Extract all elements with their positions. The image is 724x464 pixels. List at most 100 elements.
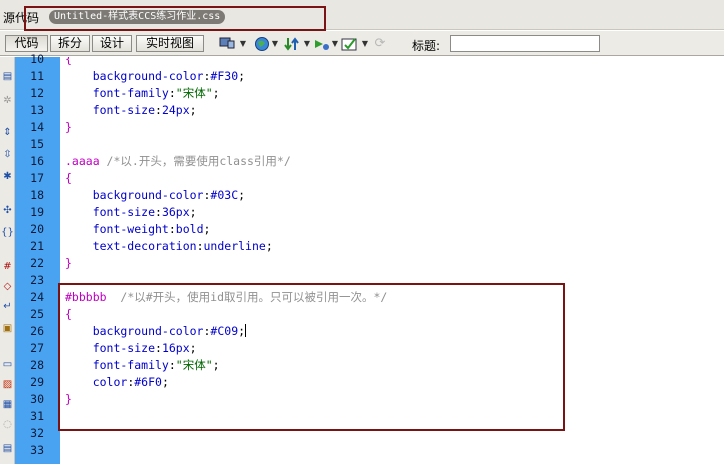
wrap-tag-icon[interactable]: ▦ <box>0 397 15 412</box>
line-number: 20 <box>30 222 44 236</box>
balance-braces-icon[interactable]: {} <box>0 225 15 240</box>
code-token-punc: ; <box>189 103 197 117</box>
code-token-sel: .aaaa <box>65 154 100 168</box>
line-number: 24 <box>30 290 44 304</box>
code-line[interactable]: font-size:36px; <box>65 204 197 221</box>
line-number: 18 <box>30 188 44 202</box>
code-view-button[interactable]: 代码 <box>5 35 48 52</box>
line-number: 25 <box>30 307 44 321</box>
document-toolbar: 代码 拆分 设计 实时视图 ▼ ▼ ▼ ▼ ▼ ⟳ 标题: <box>0 31 724 56</box>
chevron-down-icon[interactable]: ▼ <box>302 36 312 52</box>
line-number: 19 <box>30 205 44 219</box>
code-line[interactable]: font-size:24px; <box>65 102 197 119</box>
code-token-prop: font-weight <box>65 222 169 236</box>
design-view-button[interactable]: 设计 <box>92 35 132 52</box>
code-token-punc: ; <box>189 205 197 219</box>
code-token-punc: ; <box>238 69 246 83</box>
apply-comment-icon[interactable]: ▭ <box>0 357 15 372</box>
code-token-prop: font-size <box>65 103 156 117</box>
code-line[interactable]: { <box>65 57 72 68</box>
annotation-highlight-code <box>58 283 565 431</box>
code-token-brace: } <box>65 256 72 270</box>
line-number: 14 <box>30 120 44 134</box>
code-token-punc: ; <box>238 188 246 202</box>
code-token-prop: background-color <box>65 69 204 83</box>
code-token-val: 36px <box>161 205 190 219</box>
line-number: 10 <box>30 52 44 66</box>
code-token-prop: background-color <box>65 188 204 202</box>
code-token-punc: : <box>168 222 176 236</box>
code-token-val: 24px <box>161 103 190 117</box>
code-line[interactable]: { <box>65 170 72 187</box>
code-line[interactable]: background-color:#F30; <box>65 68 245 85</box>
code-token-str: "宋体" <box>175 86 213 100</box>
split-view-button[interactable]: 拆分 <box>50 35 90 52</box>
debug-icon[interactable] <box>312 36 332 52</box>
remove-comment-icon[interactable]: ▨ <box>0 377 15 392</box>
code-token-punc: ; <box>265 239 273 253</box>
line-number: 27 <box>30 341 44 355</box>
line-numbers-icon[interactable]: # <box>0 259 15 274</box>
code-line[interactable]: background-color:#03C; <box>65 187 245 204</box>
code-token-brace: { <box>65 57 72 66</box>
chevron-down-icon[interactable]: ▼ <box>238 36 248 52</box>
collapse-selection-icon[interactable]: ⇳ <box>0 147 15 162</box>
title-label: 标题: <box>412 39 441 53</box>
line-number: 13 <box>30 103 44 117</box>
line-number: 32 <box>30 426 44 440</box>
line-number: 21 <box>30 239 44 253</box>
line-number: 33 <box>30 443 44 457</box>
code-line[interactable]: font-weight:bold; <box>65 221 211 238</box>
code-token-punc: : <box>168 86 176 100</box>
code-line[interactable]: .aaaa /*以.开头，需要使用class引用*/ <box>65 153 291 170</box>
expand-all-icon[interactable]: ✱ <box>0 169 15 184</box>
line-number: 28 <box>30 358 44 372</box>
select-parent-tag-icon[interactable]: ✣ <box>0 203 15 218</box>
code-line[interactable]: text-decoration:underline; <box>65 238 273 255</box>
file-transfer-icon[interactable] <box>282 36 302 52</box>
line-number: 11 <box>30 69 44 83</box>
word-wrap-icon[interactable]: ↵ <box>0 299 15 314</box>
code-token-prop: text-decoration <box>65 239 197 253</box>
line-number: 29 <box>30 375 44 389</box>
code-line[interactable]: } <box>65 255 72 272</box>
highlight-invalid-code-icon[interactable]: ◇ <box>0 279 15 294</box>
open-documents-icon[interactable]: ▤ <box>0 69 15 84</box>
chevron-down-icon[interactable]: ▼ <box>270 36 280 52</box>
code-token-punc: : <box>155 205 162 219</box>
chevron-down-icon[interactable]: ▼ <box>360 36 370 52</box>
line-number: 15 <box>30 137 44 151</box>
code-token-val: underline <box>203 239 266 253</box>
code-token-val: bold <box>175 222 204 236</box>
code-token-prop: font-family <box>65 86 169 100</box>
code-line[interactable]: } <box>65 119 72 136</box>
code-token-prop: font-size <box>65 205 156 219</box>
code-token-val: #F30 <box>210 69 239 83</box>
recent-snippets-icon[interactable]: ◌ <box>0 417 15 432</box>
code-token-punc: ; <box>203 222 211 236</box>
annotation-highlight-file <box>24 6 326 31</box>
code-token-brace: } <box>65 120 72 134</box>
line-number: 26 <box>30 324 44 338</box>
validate-icon[interactable] <box>340 36 360 52</box>
line-number: 16 <box>30 154 44 168</box>
live-view-button[interactable]: 实时视图 <box>136 35 204 52</box>
code-line[interactable]: font-family:"宋体"; <box>65 85 220 102</box>
code-token-punc: : <box>196 239 204 253</box>
refresh-icon[interactable]: ⟳ <box>370 36 390 52</box>
globe-icon[interactable] <box>252 36 272 52</box>
collapse-full-tag-icon[interactable]: ⇕ <box>0 125 15 140</box>
code-token-val: #03C <box>210 188 239 202</box>
code-token-brace: { <box>65 171 72 185</box>
line-number: 23 <box>30 273 44 287</box>
code-token-cmt: /*以.开头，需要使用class引用*/ <box>99 154 291 168</box>
multiscreen-icon[interactable] <box>218 36 238 52</box>
chevron-down-icon[interactable]: ▼ <box>330 36 340 52</box>
line-number-gutter: 10 11 12 13 14 15 16 17 18 19 20 21 22 23 24 25 26 27 28 29… <box>15 52 60 464</box>
line-number: 22 <box>30 256 44 270</box>
title-input[interactable] <box>450 35 600 52</box>
coding-toolbar: ▤ ✲ ⇕ ⇳ ✱ ✣ {} # ◇ ↵ ▣ ▭ ▨ ▦ ◌ ▤ <box>0 57 15 464</box>
syntax-coloring-icon[interactable]: ▣ <box>0 321 15 336</box>
settings-icon[interactable]: ✲ <box>0 93 15 108</box>
format-source-icon[interactable]: ▤ <box>0 441 15 456</box>
